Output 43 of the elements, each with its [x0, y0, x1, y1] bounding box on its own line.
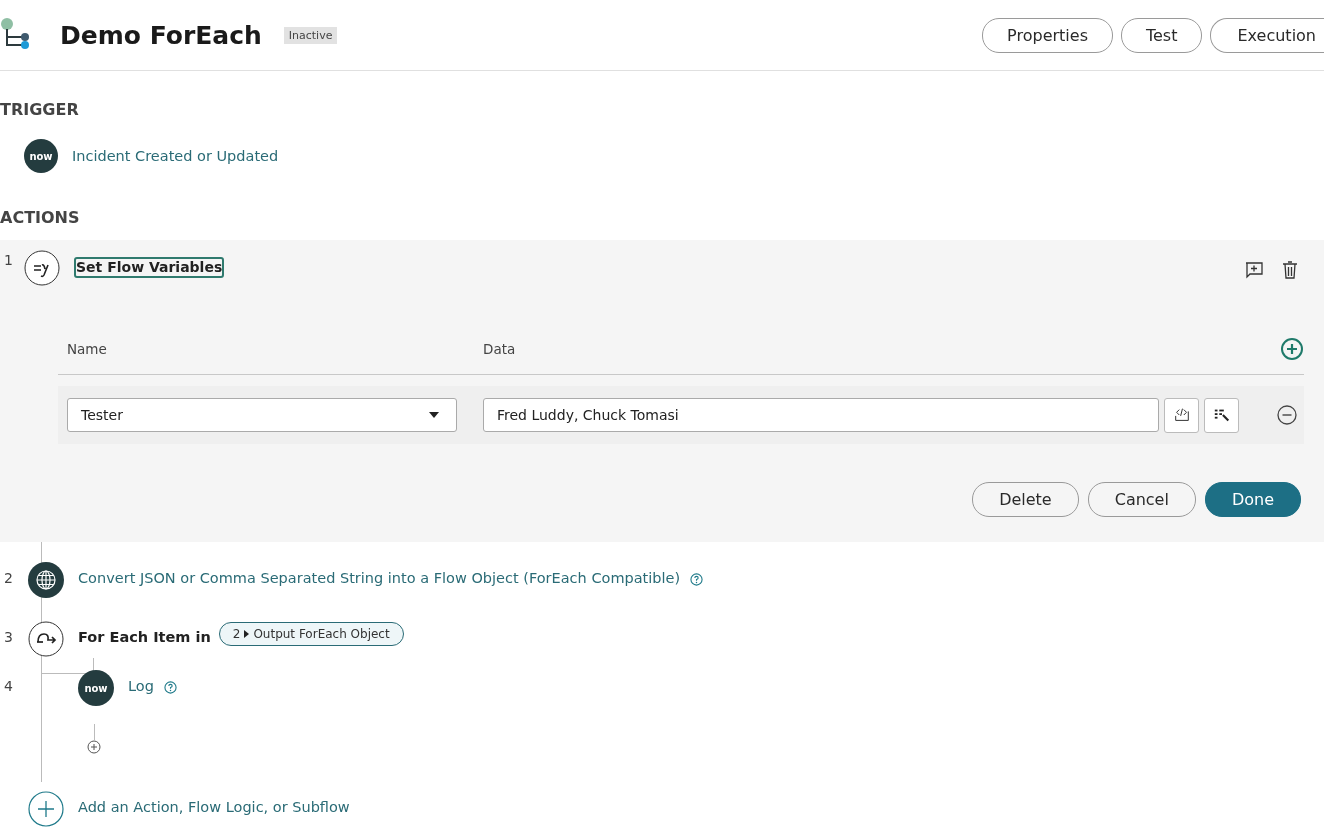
data-pill[interactable]: 2 Output ForEach Object: [218, 622, 404, 646]
section-heading: TRIGGER: [0, 100, 80, 120]
action-button[interactable]: Delete: [972, 482, 1079, 517]
header-button[interactable]: Test: [1120, 17, 1203, 53]
step-title[interactable]: Convert JSON or Comma Separated String into a Flow Object (ForEach Compatible): [78, 570, 681, 586]
data-pill-picker-button[interactable]: [1204, 397, 1239, 433]
header-button[interactable]: Execution: [1210, 17, 1324, 53]
section-heading: ACTIONS: [0, 208, 81, 228]
step-title[interactable]: Log: [128, 678, 154, 694]
loop-icon: [28, 621, 64, 657]
header-button[interactable]: Properties: [982, 17, 1113, 53]
caret-icon: [429, 412, 439, 418]
step-number: 3: [3, 629, 14, 645]
now-logo-icon: now: [78, 670, 114, 706]
action-button[interactable]: Cancel: [1087, 482, 1196, 517]
variable-icon: [24, 250, 60, 286]
add-step-icon[interactable]: [87, 740, 101, 754]
step-number: 4: [3, 678, 14, 694]
column-header: Name: [67, 341, 108, 357]
step-number: 1: [3, 252, 14, 268]
script-toggle-button[interactable]: [1164, 397, 1199, 433]
data-input-field[interactable]: Fred Luddy, Chuck Tomasi: [483, 398, 1159, 432]
step-title[interactable]: For Each Item in: [78, 629, 211, 645]
now-logo-icon: now: [24, 139, 58, 173]
column-header: Data: [483, 341, 517, 357]
globe-icon: [28, 562, 64, 598]
code-icon: [1172, 406, 1191, 424]
status-badge: Inactive: [283, 26, 338, 44]
step-title[interactable]: Set Flow Variables: [74, 257, 225, 278]
add-comment-icon[interactable]: [1244, 260, 1264, 280]
action-button[interactable]: Done: [1204, 482, 1301, 517]
add-icon[interactable]: [28, 791, 64, 827]
help-icon[interactable]: [690, 573, 704, 586]
help-icon[interactable]: [163, 681, 177, 694]
flow-title: Demo ForEach: [60, 20, 262, 50]
delete-icon[interactable]: [1280, 260, 1300, 280]
add-step-link[interactable]: Add an Action, Flow Logic, or Subflow: [78, 799, 350, 815]
remove-icon[interactable]: [1276, 404, 1298, 426]
name-dropdown[interactable]: Tester: [67, 398, 457, 432]
add-icon[interactable]: [1280, 337, 1304, 361]
caret-icon: [244, 630, 250, 638]
step-number: 2: [3, 570, 14, 586]
trigger-link[interactable]: Incident Created or Updated: [72, 148, 279, 164]
